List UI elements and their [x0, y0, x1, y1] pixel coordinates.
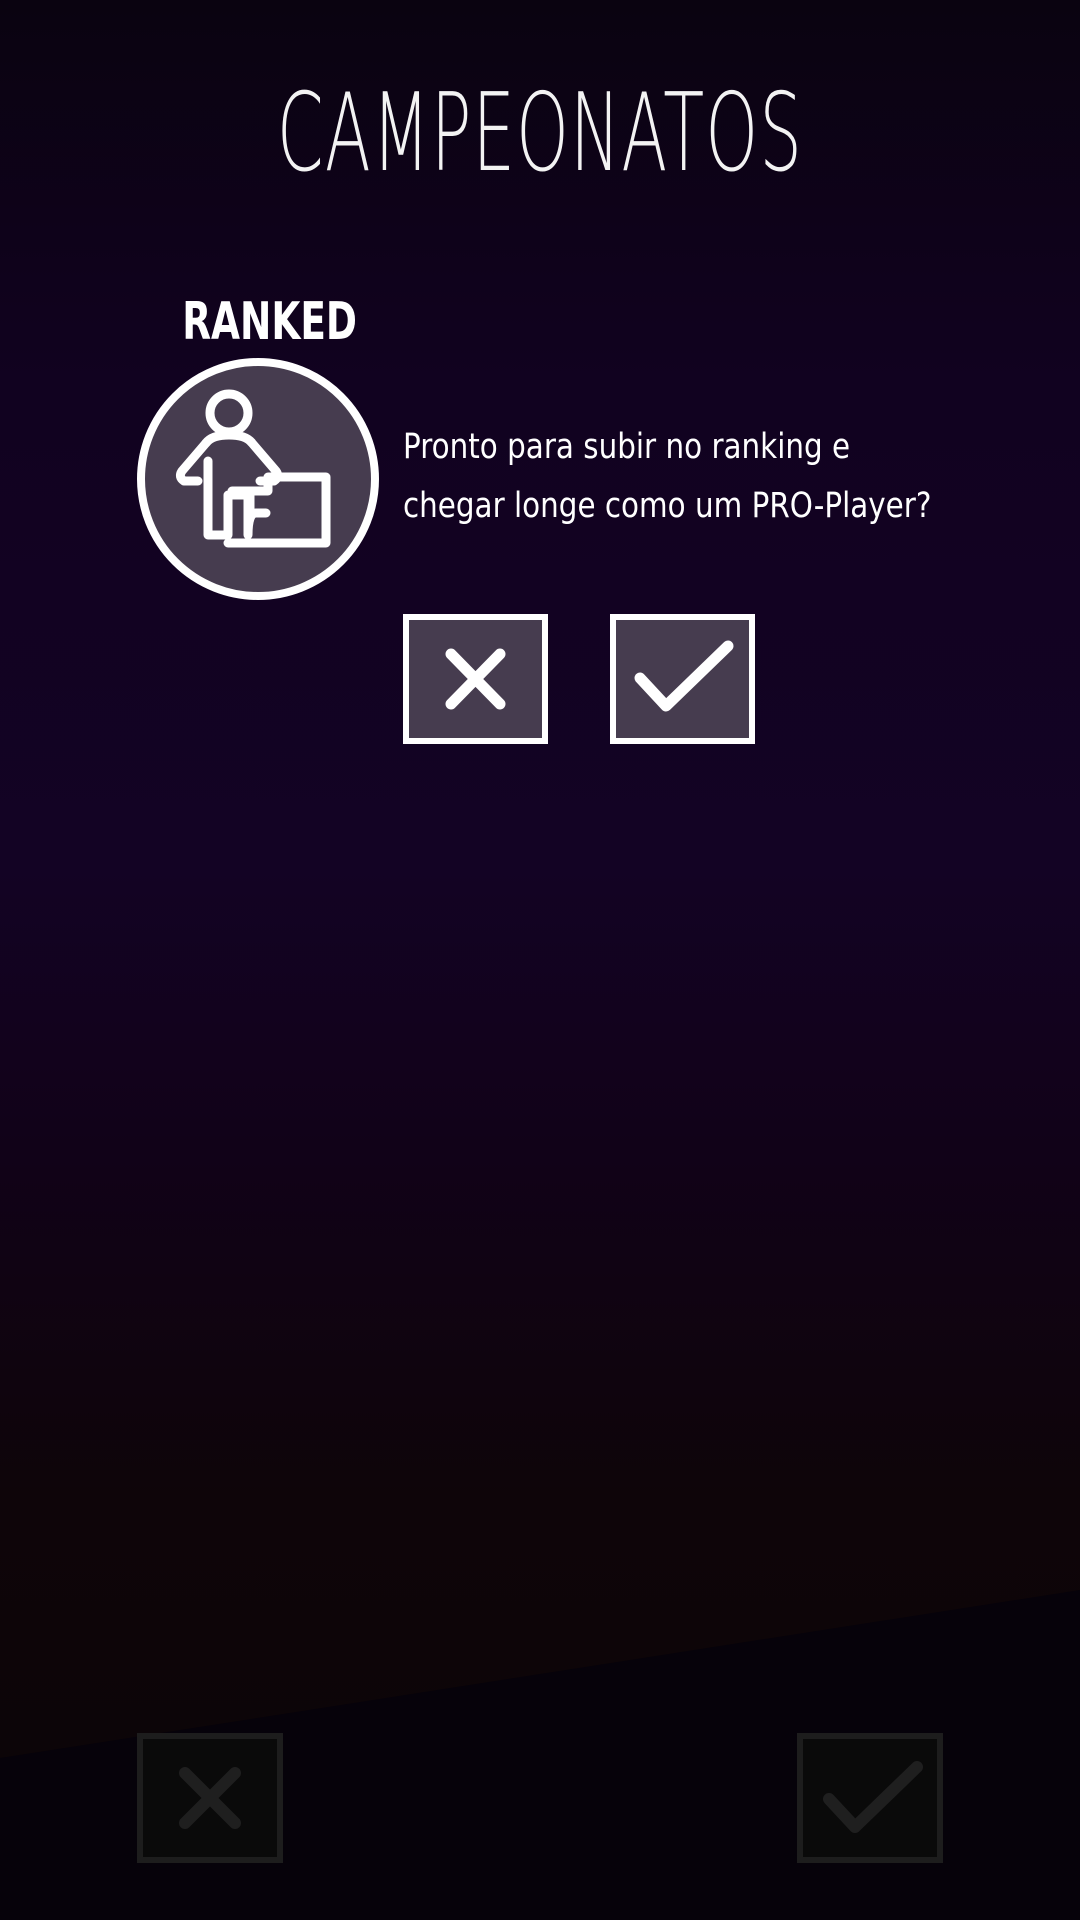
player-podium-icon — [136, 357, 380, 601]
ranked-description: Pronto para subir no ranking e chegar lo… — [403, 427, 932, 526]
background-shade — [0, 1590, 1080, 1920]
close-icon — [179, 1767, 241, 1829]
check-icon — [823, 1761, 923, 1833]
ranked-label: RANKED — [182, 292, 358, 352]
page-title: CAMPEONATOS — [276, 71, 804, 196]
accept-button[interactable] — [610, 614, 755, 744]
footer-accept-button[interactable] — [797, 1733, 943, 1863]
footer-reject-button[interactable] — [137, 1733, 283, 1863]
close-icon — [445, 648, 506, 710]
check-icon — [634, 640, 734, 712]
reject-button[interactable] — [403, 614, 548, 744]
